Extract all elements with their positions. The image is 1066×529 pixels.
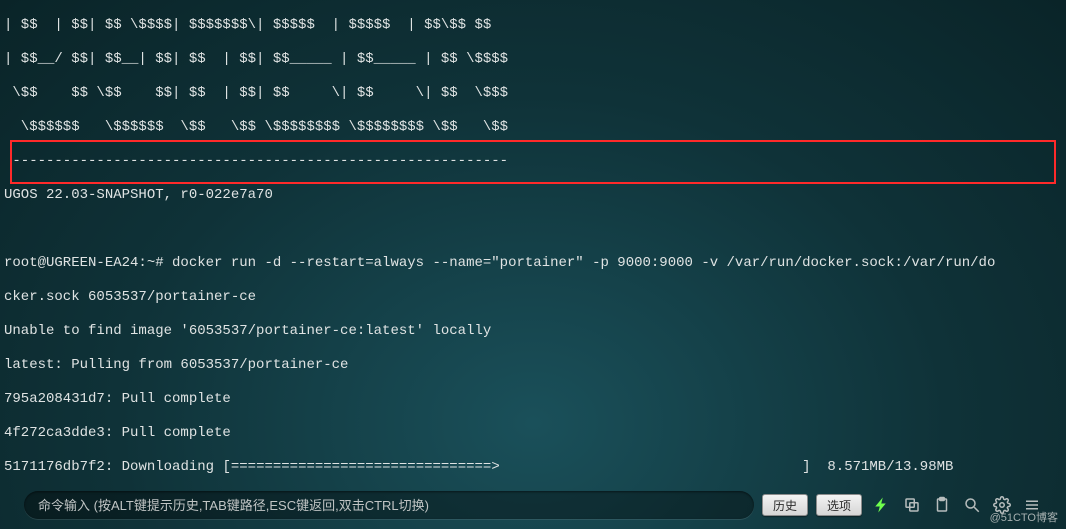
watermark: @51CTO博客	[990, 510, 1058, 527]
terminal-output: | $$ | $$| $$ \$$$$| $$$$$$$\| $$$$$ | $…	[0, 0, 1066, 481]
command-input-placeholder: 命令输入 (按ALT键提示历史,TAB键路径,ESC键返回,双击CTRL切换)	[38, 497, 429, 514]
command-line-1: root@UGREEN-EA24:~# docker run -d --rest…	[4, 255, 1062, 272]
pull-output-line: 4f272ca3dde3: Pull complete	[4, 425, 1062, 442]
pull-output-line: latest: Pulling from 6053537/portainer-c…	[4, 357, 1062, 374]
system-version: UGOS 22.03-SNAPSHOT, r0-022e7a70	[4, 187, 1062, 204]
pull-output-line: Unable to find image '6053537/portainer-…	[4, 323, 1062, 340]
ascii-line: | $$__/ $$| $$__| $$| $$ | $$| $$_____ |…	[4, 51, 1062, 68]
search-icon[interactable]	[962, 495, 982, 515]
options-button[interactable]: 选项	[816, 494, 862, 516]
command-line-2: cker.sock 6053537/portainer-ce	[4, 289, 1062, 306]
bolt-icon[interactable]	[872, 495, 892, 515]
ascii-line: \$$$$$$ \$$$$$$ \$$ \$$ \$$$$$$$$ \$$$$$…	[4, 119, 1062, 136]
status-bar: 命令输入 (按ALT键提示历史,TAB键路径,ESC键返回,双击CTRL切换) …	[0, 481, 1066, 529]
pull-output-line: 795a208431d7: Pull complete	[4, 391, 1062, 408]
command-input[interactable]: 命令输入 (按ALT键提示历史,TAB键路径,ESC键返回,双击CTRL切换)	[24, 491, 754, 519]
history-button[interactable]: 历史	[762, 494, 808, 516]
download-line: 5171176db7f2: Downloading [=============…	[4, 459, 1062, 476]
copy-icon[interactable]	[902, 495, 922, 515]
paste-icon[interactable]	[932, 495, 952, 515]
blank-line	[4, 221, 1062, 238]
ascii-line: ----------------------------------------…	[4, 153, 1062, 170]
ascii-line: \$$ $$ \$$ $$| $$ | $$| $$ \| $$ \| $$ \…	[4, 85, 1062, 102]
ascii-line: | $$ | $$| $$ \$$$$| $$$$$$$\| $$$$$ | $…	[4, 17, 1062, 34]
